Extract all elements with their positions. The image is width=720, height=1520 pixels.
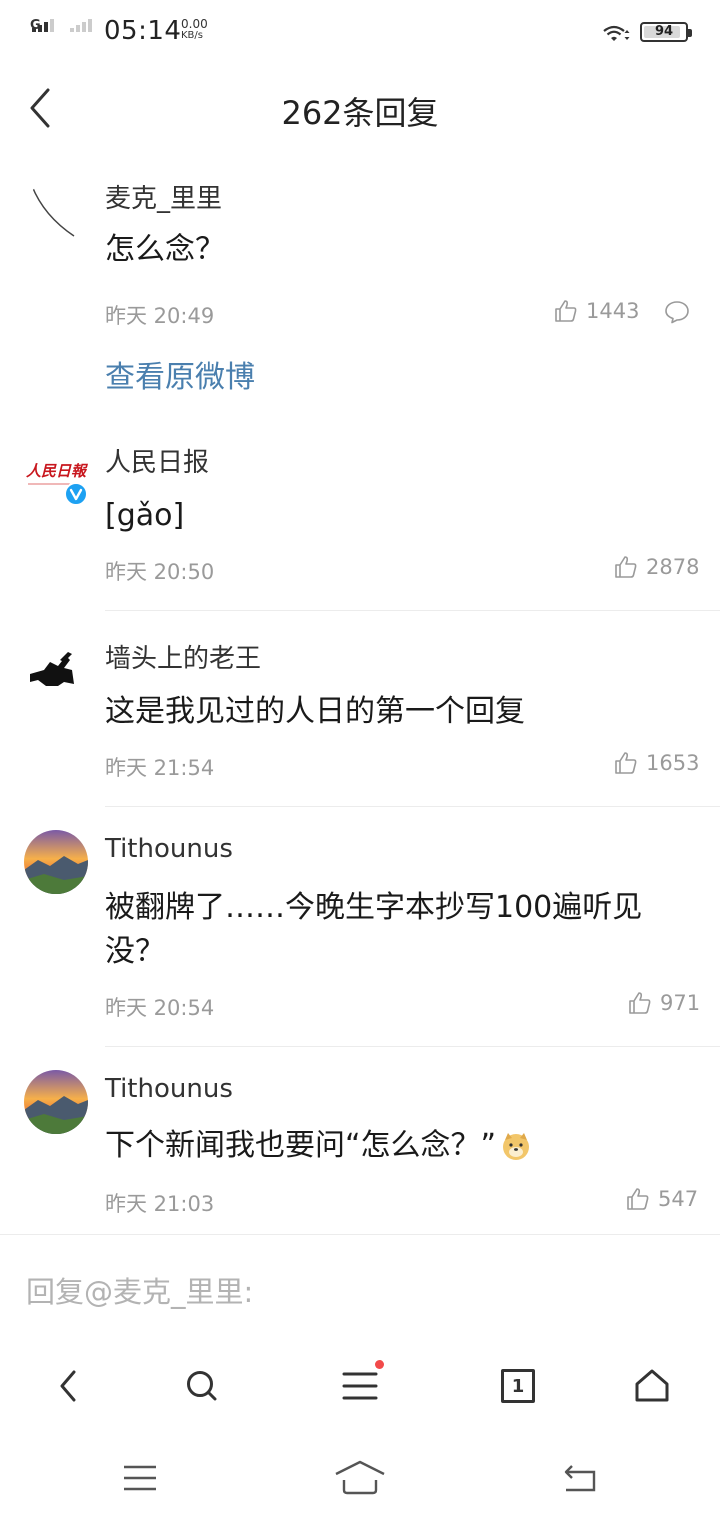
system-back-button[interactable] <box>550 1454 610 1502</box>
reply-text: 下个新闻我也要问“怎么念？” <box>105 1128 497 1163</box>
tabs-button[interactable]: 1 <box>490 1358 546 1414</box>
status-bar: G 05:14 0.00 KB/s 94 <box>0 0 720 64</box>
reply-time: 昨天 20:54 <box>105 996 215 1020</box>
view-original-link[interactable]: 查看原微博 <box>105 352 255 396</box>
logo-text: 人民日報 <box>26 462 88 480</box>
avatar[interactable]: 人民日報 <box>24 444 89 508</box>
reply-time: 昨天 21:54 <box>105 756 215 780</box>
doge-emoji-icon <box>500 1130 532 1162</box>
notification-dot <box>375 1360 384 1369</box>
home-button[interactable] <box>624 1358 680 1414</box>
reply-time: 昨天 20:50 <box>105 560 215 584</box>
reply-bar: 回复@麦克_里里: <box>0 1234 720 1336</box>
like-icon <box>629 992 651 1014</box>
reply-content: 这是我见过的人日的第一个回复 <box>105 694 525 729</box>
verified-icon <box>64 482 88 506</box>
system-nav-bar <box>0 1436 720 1520</box>
avatar[interactable] <box>24 640 88 704</box>
menu-button[interactable] <box>332 1358 388 1414</box>
avatar[interactable] <box>24 1070 88 1134</box>
divider <box>105 1046 720 1047</box>
tabs-icon: 1 <box>501 1369 535 1403</box>
reply-time: 昨天 21:03 <box>105 1192 215 1216</box>
system-home-button[interactable] <box>330 1454 390 1502</box>
like-button[interactable]: 547 <box>626 1187 698 1211</box>
back-icon <box>60 1370 76 1402</box>
like-button[interactable]: 1443 <box>554 299 639 323</box>
recent-apps-icon <box>124 1465 156 1491</box>
like-button[interactable]: 2878 <box>614 555 699 579</box>
username[interactable]: Tithounus <box>105 1074 233 1104</box>
avatar[interactable] <box>24 180 88 244</box>
like-count: 1653 <box>646 751 700 775</box>
like-count: 1443 <box>586 299 640 323</box>
menu-icon <box>342 1372 378 1400</box>
speed-unit: KB/s <box>181 30 203 41</box>
network-speed: 0.00 KB/s <box>181 18 208 42</box>
battery-icon: 94 <box>640 22 692 42</box>
divider <box>105 610 720 611</box>
sys-home-icon <box>335 1460 385 1495</box>
divider <box>105 806 720 807</box>
comment-button[interactable] <box>664 300 698 324</box>
search-button[interactable] <box>174 1358 230 1414</box>
nav-back-button[interactable] <box>40 1358 96 1414</box>
reply-input[interactable]: 回复@麦克_里里: <box>26 1269 253 1311</box>
page-title: 262条回复 <box>281 94 439 132</box>
recent-apps-button[interactable] <box>110 1454 170 1502</box>
username[interactable]: 墙头上的老王 <box>105 638 261 675</box>
comment-icon <box>665 301 689 324</box>
tabs-count: 1 <box>511 1375 525 1397</box>
clock: 05:14 <box>104 16 182 46</box>
comment-time: 昨天 20:49 <box>105 304 215 328</box>
like-icon <box>627 1188 649 1210</box>
like-button[interactable]: 971 <box>628 991 700 1015</box>
username[interactable]: Tithounus <box>105 834 233 864</box>
battery-level: 94 <box>654 24 674 39</box>
like-icon <box>555 300 577 322</box>
like-count: 971 <box>660 991 701 1015</box>
like-count: 2878 <box>646 555 700 579</box>
reply-content: 下个新闻我也要问“怎么念？” <box>105 1124 695 1168</box>
header: 262条回复 <box>0 64 720 152</box>
username[interactable]: 麦克_里里 <box>105 178 222 215</box>
browser-toolbar: 1 <box>0 1336 720 1436</box>
search-icon <box>187 1371 217 1401</box>
sys-back-icon <box>564 1465 596 1492</box>
wifi-icon <box>602 24 632 44</box>
reply-content: [gǎo] <box>105 498 185 533</box>
avatar[interactable] <box>24 830 88 894</box>
comment-content: 怎么念？ <box>105 232 225 267</box>
like-count: 547 <box>658 1187 699 1211</box>
speed-value: 0.00 <box>181 17 208 31</box>
like-button[interactable]: 1653 <box>614 751 699 775</box>
home-icon <box>635 1369 669 1402</box>
signal-icon: G <box>30 18 98 44</box>
like-icon <box>615 556 637 578</box>
username[interactable]: 人民日报 <box>105 442 209 479</box>
like-icon <box>615 752 637 774</box>
reply-content: 被翻牌了……今晚生字本抄写100遍听见没？ <box>105 890 643 969</box>
